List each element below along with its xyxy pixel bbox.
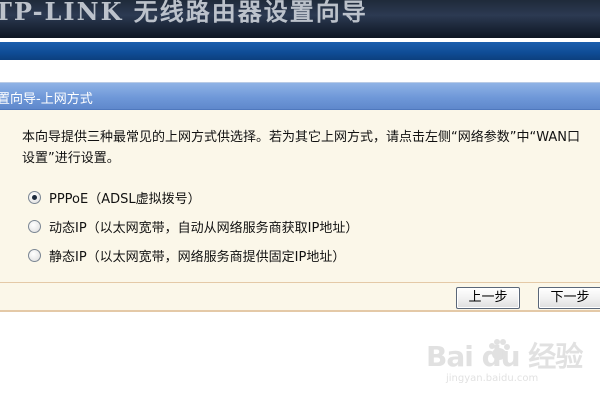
watermark-main-text: Bai du 经验	[426, 340, 583, 373]
button-row: 上一步 下一步	[0, 282, 600, 311]
radio-pppoe[interactable]	[28, 190, 41, 204]
option-pppoe[interactable]: PPPoE（ADSL虚拟拨号）	[28, 187, 201, 207]
panel-bottom-border	[0, 310, 600, 312]
option-static-ip[interactable]: 静态IP（以太网宽带，网络服务商提供固定IP地址）	[28, 245, 345, 265]
next-button[interactable]: 下一步	[538, 287, 600, 309]
option-static-ip-label: 静态IP（以太网宽带，网络服务商提供固定IP地址）	[49, 249, 346, 265]
watermark-url: jingyan.baidu.com	[446, 373, 539, 384]
router-setup-page: TP-LINK 无线路由器设置向导 置向导-上网方式 本向导提供三种最常见的上网…	[0, 0, 600, 400]
radio-static-ip[interactable]	[28, 248, 41, 262]
top-banner: TP-LINK 无线路由器设置向导	[0, 0, 600, 38]
previous-button[interactable]: 上一步	[456, 287, 520, 309]
wizard-description: 本向导提供三种最常见的上网方式供选择。若为其它上网方式，请点击左侧“网络参数”中…	[22, 130, 580, 166]
radio-dynamic-ip[interactable]	[28, 219, 41, 233]
baidu-jingyan-watermark: Bai du 经验 jingyan.baidu.com	[426, 335, 586, 390]
option-dynamic-ip[interactable]: 动态IP（以太网宽带，自动从网络服务商获取IP地址）	[28, 216, 358, 236]
panel-header: 置向导-上网方式	[0, 83, 600, 110]
blue-header-bar	[0, 42, 600, 60]
banner-text: TP-LINK 无线路由器设置向导	[0, 0, 368, 26]
panel-title: 置向导-上网方式	[0, 92, 93, 107]
option-pppoe-label: PPPoE（ADSL虚拟拨号）	[49, 191, 201, 207]
setup-wizard-panel: 置向导-上网方式 本向导提供三种最常见的上网方式供选择。若为其它上网方式，请点击…	[0, 82, 600, 311]
option-dynamic-ip-label: 动态IP（以太网宽带，自动从网络服务商获取IP地址）	[49, 220, 359, 236]
